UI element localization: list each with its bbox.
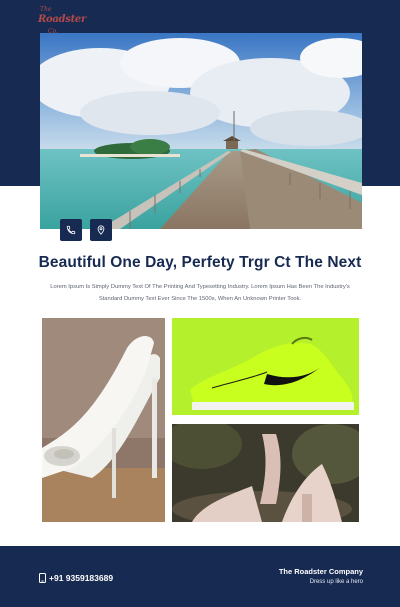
location-button[interactable] — [90, 219, 112, 241]
footer-tagline: Dress up like a hero — [309, 579, 363, 585]
footer-phone-number: +91 9359183689 — [49, 573, 114, 583]
footer: +91 9359183689 The Roadster Company Dres… — [0, 546, 400, 607]
intro-paragraph: Lorem Ipsum Is Simply Dummy Text Of The … — [50, 284, 350, 302]
phone-button[interactable] — [60, 219, 82, 241]
location-pin-icon — [97, 225, 105, 235]
gallery-image-pink-sandals[interactable] — [172, 424, 359, 522]
gallery-image-green-sneaker[interactable] — [172, 318, 359, 415]
hero-image — [40, 33, 362, 229]
phone-icon — [66, 225, 76, 235]
page-headline: Beautiful One Day, Perfety Trgr Ct The N… — [38, 254, 362, 271]
footer-phone-link[interactable]: +91 9359183689 — [39, 573, 113, 583]
footer-company-name: The Roadster Company — [278, 567, 363, 576]
logo-text-line1: The — [40, 6, 52, 13]
gallery-image-white-heels[interactable] — [42, 318, 165, 522]
mobile-phone-icon — [39, 573, 46, 583]
logo-text-line2: Roadster — [38, 14, 86, 25]
